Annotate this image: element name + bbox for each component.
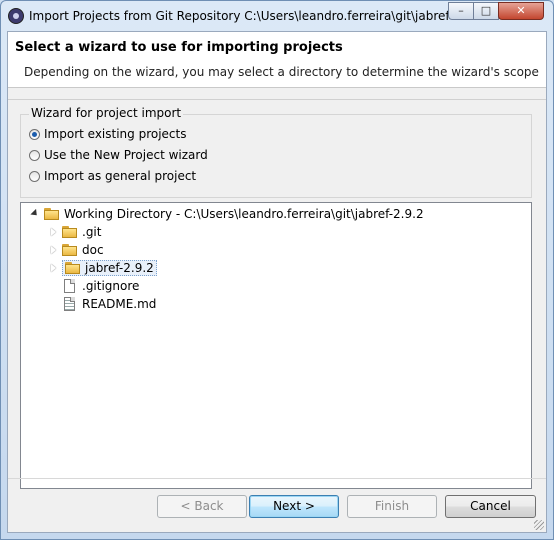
radio-checked-icon[interactable]: [29, 128, 40, 140]
dialog-client-area: Select a wizard to use for importing pro…: [7, 31, 547, 533]
tree-item-gitignore[interactable]: .gitignore: [62, 277, 139, 295]
collapse-arrow-icon[interactable]: [47, 262, 59, 274]
page-title: Select a wizard to use for importing pro…: [15, 40, 343, 55]
file-icon: [64, 279, 75, 293]
page-description: Depending on the wizard, you may select …: [24, 65, 539, 79]
tree-item-label: Working Directory - C:\Users\leandro.fer…: [64, 207, 424, 221]
back-button[interactable]: < Back: [157, 495, 247, 518]
expand-arrow-icon[interactable]: [29, 208, 41, 220]
radio-import-existing-projects[interactable]: Import existing projects: [29, 125, 186, 143]
folder-icon: [65, 262, 81, 274]
folder-open-icon: [44, 208, 60, 220]
resize-grip-icon[interactable]: [534, 520, 544, 530]
tree-item-label: README.md: [82, 297, 157, 311]
finish-button[interactable]: Finish: [347, 495, 437, 518]
close-button[interactable]: ✕: [498, 2, 544, 20]
radio-use-new-project-wizard[interactable]: Use the New Project wizard: [29, 146, 208, 164]
window-title: Import Projects from Git Repository C:\U…: [29, 9, 488, 23]
selected-tree-item[interactable]: jabref-2.9.2: [62, 260, 157, 276]
group-label: Wizard for project import: [29, 106, 184, 120]
tree-item-label: doc: [82, 243, 104, 257]
divider: [8, 99, 546, 100]
tree-item-working-directory[interactable]: Working Directory - C:\Users\leandro.fer…: [29, 205, 424, 223]
next-button[interactable]: Next >: [249, 495, 339, 518]
import-wizard-window: Import Projects from Git Repository C:\U…: [0, 0, 554, 540]
tree-item-git[interactable]: .git: [47, 223, 101, 241]
working-directory-tree[interactable]: Working Directory - C:\Users\leandro.fer…: [20, 202, 532, 489]
tree-item-jabref[interactable]: jabref-2.9.2: [47, 259, 157, 277]
folder-icon: [62, 226, 78, 238]
radio-unchecked-icon[interactable]: [29, 149, 40, 161]
radio-label: Use the New Project wizard: [44, 148, 208, 162]
text-file-icon: [64, 297, 75, 311]
minimize-button[interactable]: –: [448, 2, 474, 20]
tree-item-readme[interactable]: README.md: [62, 295, 156, 313]
tree-item-label: .gitignore: [82, 279, 140, 293]
radio-import-as-general-project[interactable]: Import as general project: [29, 167, 196, 185]
tree-item-label: jabref-2.9.2: [85, 261, 154, 275]
collapse-arrow-icon[interactable]: [47, 244, 59, 256]
divider: [8, 478, 546, 479]
tree-item-doc[interactable]: doc: [47, 241, 104, 259]
wizard-banner: Select a wizard to use for importing pro…: [8, 32, 546, 88]
folder-icon: [62, 244, 78, 256]
radio-unchecked-icon[interactable]: [29, 170, 40, 182]
collapse-arrow-icon[interactable]: [47, 226, 59, 238]
tree-item-label: .git: [82, 225, 102, 239]
maximize-button[interactable]: □: [473, 2, 499, 20]
cancel-button[interactable]: Cancel: [445, 495, 536, 518]
title-bar[interactable]: Import Projects from Git Repository C:\U…: [1, 1, 553, 31]
radio-label: Import existing projects: [44, 127, 187, 141]
radio-label: Import as general project: [44, 169, 197, 183]
eclipse-app-icon: [8, 8, 24, 24]
wizard-for-project-import-group: Wizard for project import Import existin…: [20, 106, 532, 198]
